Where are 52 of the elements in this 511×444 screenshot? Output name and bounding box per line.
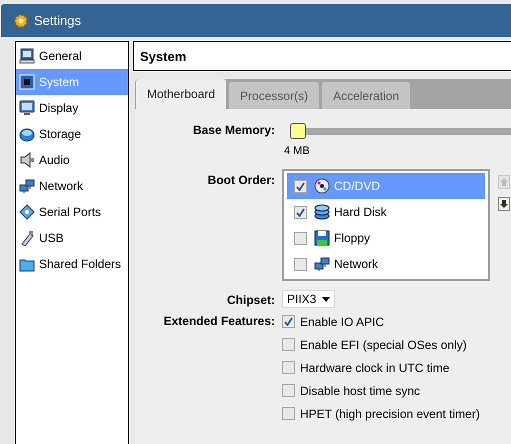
checkbox[interactable] xyxy=(282,338,295,351)
checkbox[interactable] xyxy=(282,384,295,397)
sidebar-item[interactable]: Storage xyxy=(16,121,128,147)
field-label: Chipset: xyxy=(227,293,275,307)
speaker-icon xyxy=(19,152,35,168)
network-icon xyxy=(314,256,330,272)
sidebar-item[interactable]: Serial Ports xyxy=(16,199,128,225)
tab[interactable]: Motherboard xyxy=(136,79,226,109)
checkbox-label: Enable IO APIC xyxy=(300,314,384,328)
sidebar-item[interactable]: Shared Folders xyxy=(16,251,128,277)
page-title: System xyxy=(133,41,511,71)
tab[interactable]: Acceleration xyxy=(322,82,410,109)
disk-icon xyxy=(19,126,35,142)
disk-stack-icon xyxy=(314,204,330,220)
sidebar-item[interactable]: Display xyxy=(16,95,128,121)
checkbox[interactable] xyxy=(282,407,295,420)
down-arrow-button[interactable] xyxy=(498,197,510,211)
checkbox-label: HPET (high precision event timer) xyxy=(300,406,480,420)
checkbox[interactable] xyxy=(294,232,307,244)
checkbox[interactable] xyxy=(282,315,295,328)
display-icon xyxy=(19,100,35,116)
checkbox[interactable] xyxy=(282,361,295,374)
boot-item[interactable]: Hard Disk xyxy=(287,199,485,225)
monitor-icon xyxy=(19,48,35,64)
slider-thumb[interactable] xyxy=(290,123,306,139)
sidebar-item[interactable]: USB xyxy=(16,225,128,251)
checkbox-label: Hardware clock in UTC time xyxy=(300,360,450,374)
field-label: Boot Order: xyxy=(208,173,275,187)
slider-min-label: 4 MB xyxy=(284,145,310,157)
network-icon xyxy=(19,178,35,194)
checkbox-label: Disable host time sync xyxy=(300,384,420,398)
checkbox[interactable] xyxy=(294,206,307,218)
disc-icon xyxy=(314,178,330,194)
chipset-dropdown[interactable]: PIIX3 xyxy=(282,290,336,308)
diamond-icon xyxy=(19,204,35,220)
sidebar-item[interactable]: Network xyxy=(16,173,128,199)
caret-icon xyxy=(322,296,330,302)
field-label: Extended Features: xyxy=(164,314,275,328)
boot-item[interactable]: Floppy xyxy=(287,225,485,251)
chip-icon xyxy=(19,74,35,90)
checkbox[interactable] xyxy=(294,180,307,192)
gear-icon xyxy=(13,12,29,28)
tab[interactable]: Processor(s) xyxy=(229,82,320,109)
field-label: Base Memory: xyxy=(192,123,275,137)
sidebar-item[interactable]: Audio xyxy=(16,147,128,173)
sidebar-item[interactable]: General xyxy=(16,43,128,69)
window-title: Settings xyxy=(34,13,81,28)
checkbox-label: Enable EFI (special OSes only) xyxy=(300,338,467,352)
plug-icon xyxy=(19,230,35,246)
boot-item[interactable]: Network xyxy=(287,251,485,277)
checkbox[interactable] xyxy=(294,258,307,270)
floppy-icon xyxy=(314,230,330,246)
